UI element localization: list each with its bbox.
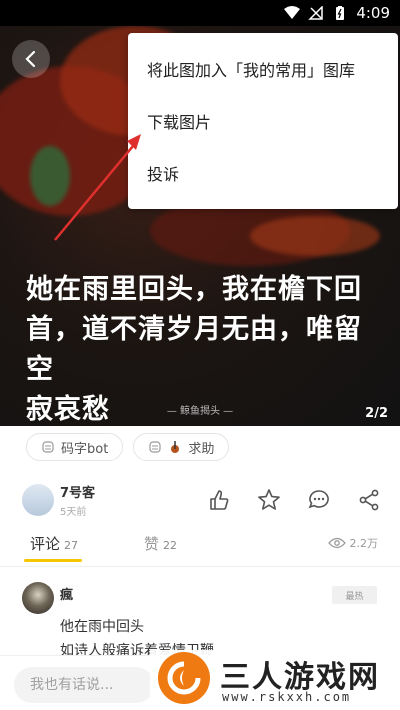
commenter-avatar[interactable] <box>22 582 54 614</box>
status-bar: 4:09 <box>0 0 400 26</box>
eye-icon <box>327 537 346 549</box>
favorite-button[interactable] <box>255 486 283 514</box>
commenter-name[interactable]: 瘋 <box>60 584 73 603</box>
tag-chip[interactable]: 求助 <box>133 433 230 461</box>
quote-line: 她在雨里回头，我在檐下回 <box>26 274 362 305</box>
site-logo-icon <box>158 652 210 704</box>
like-button[interactable] <box>205 486 233 514</box>
tag-label: 求助 <box>188 441 215 457</box>
comment-tabs: 评论 27 赞 22 2.2万 <box>0 533 400 563</box>
tab-label: 评论 <box>30 535 61 553</box>
site-logo-watermark: 三人游戏网 www.rskxxh.com <box>150 650 400 710</box>
page-counter: 2/2 <box>365 406 388 421</box>
thumbs-up-icon <box>210 490 229 510</box>
comment-input[interactable] <box>14 667 154 703</box>
divider <box>0 566 400 567</box>
tag-icon <box>42 441 54 453</box>
battery-icon <box>336 6 345 20</box>
comment-text-line: 他在雨中回头 <box>60 619 144 635</box>
tab-count: 22 <box>163 539 178 552</box>
author-avatar[interactable] <box>22 484 54 516</box>
menu-item-download-image[interactable]: 下载图片 <box>128 95 398 147</box>
quote-line: 首，道不清岁月无由，唯留空 <box>26 314 362 385</box>
author-name[interactable]: 7号客 <box>60 482 95 501</box>
active-tab-indicator <box>24 559 82 562</box>
action-bar <box>205 486 383 514</box>
view-count-value: 2.2万 <box>349 537 379 550</box>
tag-row: 码字bot 求助 <box>26 433 230 461</box>
view-count: 2.2万 <box>327 535 379 551</box>
tag-icon <box>149 441 161 453</box>
violin-emoji-icon <box>171 441 180 453</box>
status-time: 4:09 <box>356 4 390 22</box>
menu-item-report[interactable]: 投诉 <box>128 147 398 199</box>
tab-comments[interactable]: 评论 27 <box>30 533 78 554</box>
share-icon <box>359 489 379 511</box>
menu-item-add-to-favorites[interactable]: 将此图加入「我的常用」图库 <box>128 43 398 95</box>
tab-count: 27 <box>64 539 79 552</box>
tag-chip[interactable]: 码字bot <box>26 433 124 461</box>
share-button[interactable] <box>355 486 383 514</box>
wifi-icon <box>284 6 301 19</box>
back-button[interactable] <box>12 40 50 78</box>
cellular-signal-icon <box>308 6 324 20</box>
tab-likes[interactable]: 赞 22 <box>144 533 177 554</box>
chevron-left-icon <box>25 50 36 68</box>
comment-bubble-icon <box>308 490 329 509</box>
image-options-menu: 将此图加入「我的常用」图库 下载图片 投诉 <box>128 33 398 209</box>
site-logo-url: www.rskxxh.com <box>222 690 352 704</box>
star-icon <box>258 489 280 510</box>
photo-watermark: — 鲸鱼揭头 — <box>166 406 234 417</box>
hot-badge: 最热 <box>332 586 377 604</box>
tab-label: 赞 <box>144 535 160 553</box>
tag-label: 码字bot <box>61 441 109 457</box>
post-time: 5天前 <box>60 507 87 518</box>
comment-button[interactable] <box>305 486 333 514</box>
